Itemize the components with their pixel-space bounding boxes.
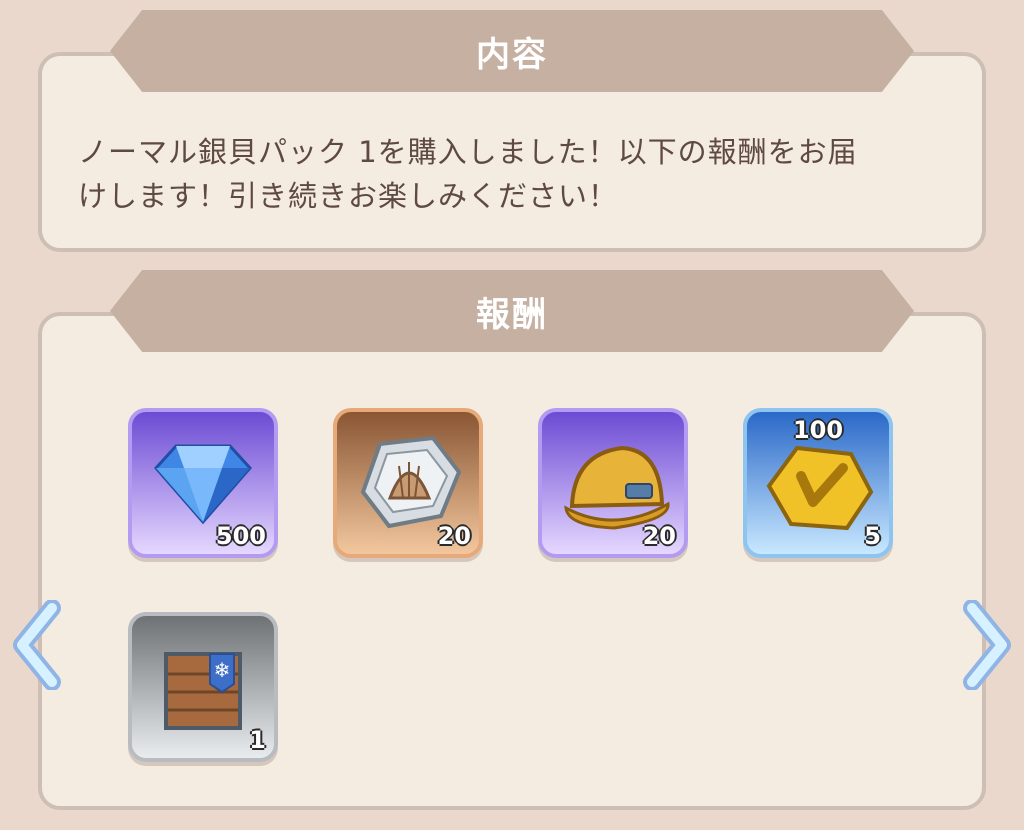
crate-icon: ❄ xyxy=(164,652,242,730)
reward-helmet[interactable]: 20 xyxy=(538,408,688,558)
next-arrow-icon[interactable] xyxy=(956,600,1016,690)
previous-arrow-icon[interactable] xyxy=(8,600,68,690)
reward-gold-token[interactable]: 100 5 xyxy=(743,408,893,558)
reward-quantity: 20 xyxy=(437,522,471,550)
svg-text:❄: ❄ xyxy=(214,658,231,682)
reward-supply-crate[interactable]: ❄ 1 xyxy=(128,612,278,762)
message-line-1: ノーマル銀貝パック 1を購入しました！以下の報酬をお届 xyxy=(78,135,858,169)
reward-quantity: 500 xyxy=(215,522,266,550)
content-title: 内容 xyxy=(476,34,548,75)
reward-silver-shell[interactable]: 20 xyxy=(333,408,483,558)
rewards-title: 報酬 xyxy=(476,294,548,335)
content-title-banner: 内容 xyxy=(110,10,914,92)
rewards-title-banner: 報酬 xyxy=(110,270,914,352)
reward-quantity: 1 xyxy=(249,726,266,754)
reward-quantity: 20 xyxy=(642,522,676,550)
gold-hex-icon xyxy=(766,445,874,531)
message-line-2: けします！引き続きお楽しみください！ xyxy=(78,179,619,213)
purchase-message: ノーマル銀貝パック 1を購入しました！以下の報酬をお届 けします！引き続きお楽し… xyxy=(78,130,958,218)
reward-quantity: 5 xyxy=(864,522,881,550)
reward-diamond[interactable]: 500 xyxy=(128,408,278,558)
